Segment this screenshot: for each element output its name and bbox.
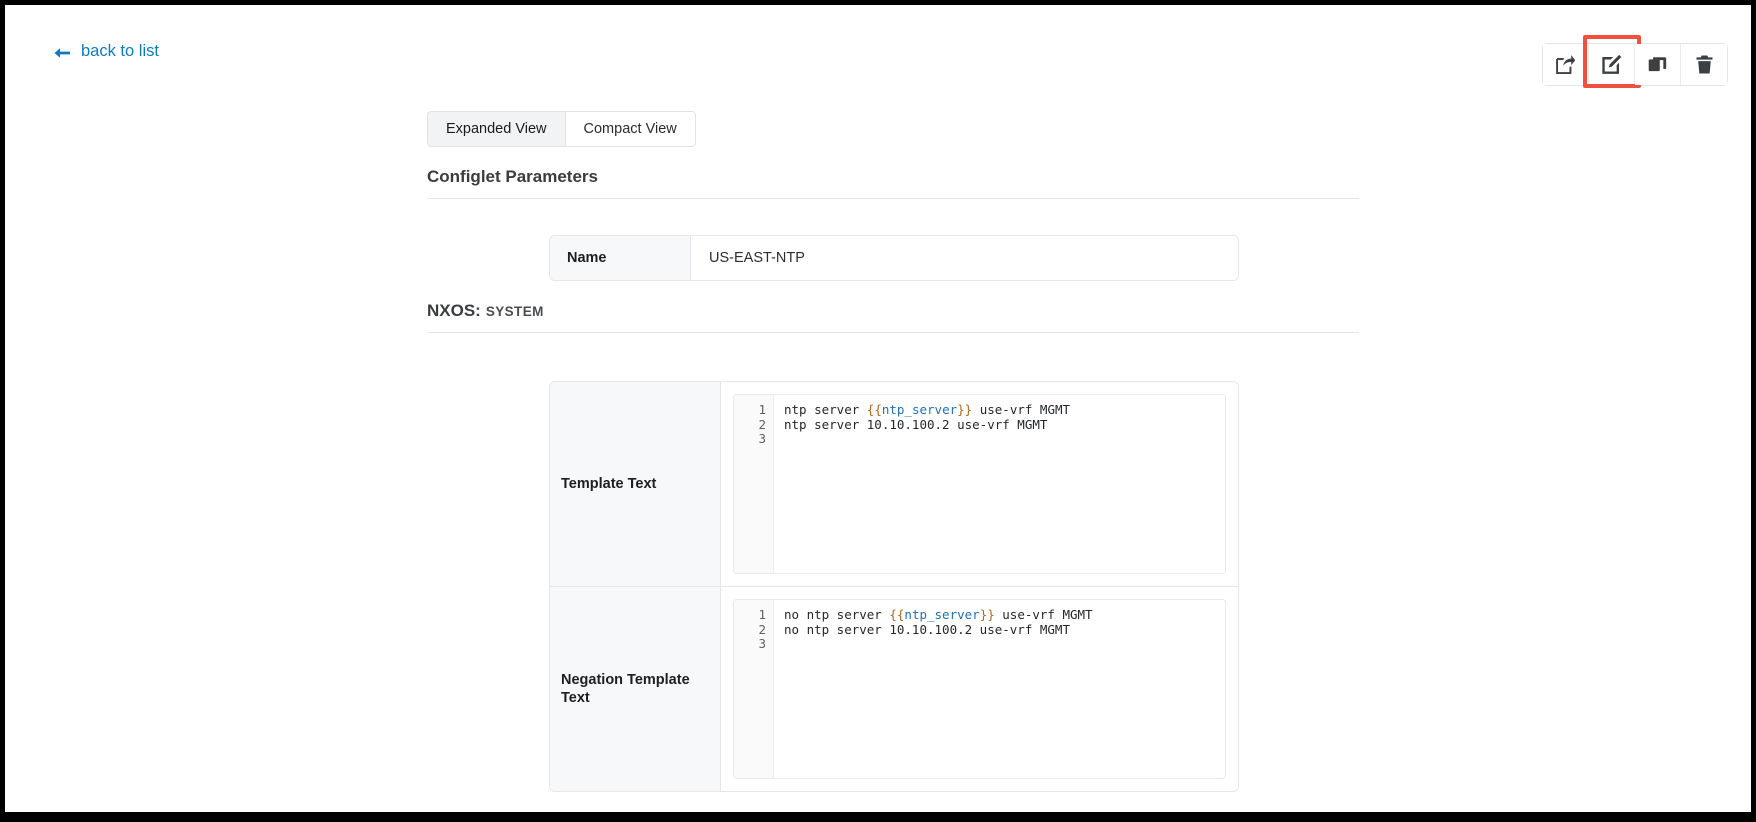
- arrow-left-icon: [53, 45, 71, 61]
- share-export-icon: [1555, 54, 1576, 75]
- section-title-parameters: Configlet Parameters: [427, 167, 1359, 198]
- tab-expanded-view[interactable]: Expanded View: [428, 112, 566, 146]
- page-container: back to list: [5, 5, 1751, 812]
- edit-pencil-icon: [1601, 54, 1622, 75]
- copy-icon: [1647, 54, 1668, 75]
- view-mode-toggle: Expanded View Compact View: [427, 111, 696, 147]
- table-row: Negation Template Text 1 2 3 no ntp serv…: [550, 587, 1238, 791]
- edit-button[interactable]: [1589, 44, 1635, 85]
- row-label-negation-template-text: Negation Template Text: [550, 587, 721, 791]
- section-divider: [427, 198, 1359, 199]
- negation-template-text-editor[interactable]: 1 2 3 no ntp server {{ntp_server}} use-v…: [733, 599, 1226, 779]
- param-value-name: US-EAST-NTP: [691, 236, 1238, 280]
- tab-compact-view[interactable]: Compact View: [566, 112, 695, 146]
- section-title-nxos: NXOS: SYSTEM: [427, 301, 1359, 332]
- parameters-table: Name US-EAST-NTP: [549, 235, 1239, 281]
- section-title-nxos-main: NXOS:: [427, 301, 481, 320]
- line-number-gutter: 1 2 3: [734, 395, 774, 573]
- template-text-editor[interactable]: 1 2 3 ntp server {{ntp_server}} use-vrf …: [733, 394, 1226, 574]
- trash-icon: [1694, 54, 1715, 75]
- delete-button[interactable]: [1681, 44, 1727, 85]
- negation-template-text-code[interactable]: no ntp server {{ntp_server}} use-vrf MGM…: [774, 600, 1225, 778]
- duplicate-button[interactable]: [1635, 44, 1681, 85]
- section-title-nxos-sub: SYSTEM: [486, 304, 544, 319]
- back-to-list-label: back to list: [81, 42, 159, 61]
- top-bar: back to list: [5, 5, 1751, 105]
- table-row: Template Text 1 2 3 ntp server {{ntp_ser…: [550, 382, 1238, 587]
- line-number-gutter: 1 2 3: [734, 600, 774, 778]
- row-label-template-text: Template Text: [550, 382, 721, 586]
- row-value-negation-template-text: 1 2 3 no ntp server {{ntp_server}} use-v…: [721, 587, 1238, 791]
- param-label-name: Name: [550, 236, 691, 280]
- row-value-template-text: 1 2 3 ntp server {{ntp_server}} use-vrf …: [721, 382, 1238, 586]
- back-to-list-link[interactable]: back to list: [53, 42, 159, 61]
- nxos-template-table: Template Text 1 2 3 ntp server {{ntp_ser…: [549, 381, 1239, 792]
- template-text-code[interactable]: ntp server {{ntp_server}} use-vrf MGMT n…: [774, 395, 1225, 573]
- action-toolbar: [1542, 43, 1728, 86]
- section-nxos-system: NXOS: SYSTEM: [427, 301, 1359, 333]
- section-configlet-parameters: Configlet Parameters: [427, 167, 1359, 199]
- export-button[interactable]: [1543, 44, 1589, 85]
- section-divider: [427, 332, 1359, 333]
